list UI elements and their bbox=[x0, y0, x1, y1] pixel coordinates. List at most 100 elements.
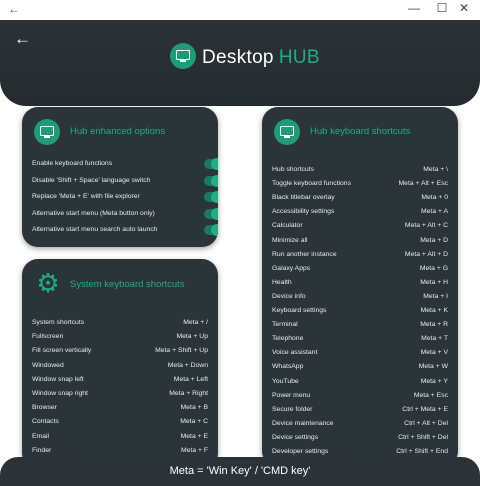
gear-icon: ⚙ bbox=[36, 268, 60, 298]
toggle-switch[interactable] bbox=[204, 174, 218, 187]
shortcut-label: YouTube bbox=[272, 377, 299, 385]
enhanced-option-row[interactable]: Alternative start menu search auto launc… bbox=[32, 222, 218, 238]
system-shortcut-row: Email Meta + E bbox=[32, 430, 208, 444]
enhanced-option-label: Replace 'Meta + E' with file explorer bbox=[32, 193, 140, 201]
shortcut-keys: Meta + Alt + C bbox=[404, 222, 448, 230]
shortcut-label: Galaxy Apps bbox=[272, 264, 311, 272]
window-back-icon[interactable]: ← bbox=[8, 2, 20, 16]
shortcut-keys: Meta + Left bbox=[173, 375, 208, 383]
hub-shortcut-row: Galaxy Apps Meta + G bbox=[272, 262, 448, 276]
monitor-icon bbox=[280, 126, 294, 138]
app-title-primary: Desktop bbox=[202, 47, 274, 68]
shortcut-label: Device settings bbox=[272, 433, 319, 441]
shortcut-keys: Ctrl + Shift + Del bbox=[398, 433, 448, 441]
shortcut-label: Terminal bbox=[272, 321, 298, 329]
toggle-switch[interactable] bbox=[204, 207, 218, 220]
shortcut-keys: Meta + / bbox=[183, 319, 208, 326]
hub-shortcut-row: Device settings Ctrl + Shift + Del bbox=[272, 431, 448, 445]
shortcut-label: Run another instance bbox=[272, 250, 337, 258]
minimize-icon[interactable]: — bbox=[406, 1, 422, 15]
shortcut-keys: Meta + H bbox=[420, 278, 448, 286]
monitor-icon bbox=[40, 126, 54, 138]
shortcut-keys: Meta + Down bbox=[167, 361, 208, 369]
shortcut-keys: Meta + T bbox=[421, 335, 448, 343]
shortcut-keys: Meta + Right bbox=[169, 390, 208, 397]
toggle-switch[interactable] bbox=[204, 158, 218, 170]
shortcut-keys: Meta + Alt + Esc bbox=[398, 180, 449, 188]
hub-shortcuts-card: Hub keyboard shortcuts Hub shortcuts Meta… bbox=[262, 107, 458, 467]
system-shortcuts-title: System keyboard shortcuts bbox=[70, 279, 185, 290]
hub-shortcut-row: Device maintenance Ctrl + Alt + Del bbox=[272, 417, 448, 431]
shortcut-label: Black titlebar overlay bbox=[272, 194, 335, 202]
hub-shortcut-row: YouTube Meta + Y bbox=[272, 375, 448, 389]
hub-shortcut-row: Accessibility settings Meta + A bbox=[272, 205, 448, 219]
maximize-icon[interactable]: ☐ bbox=[434, 1, 450, 15]
shortcut-keys: Meta + F bbox=[180, 446, 208, 454]
shortcut-label: Voice assistant bbox=[272, 349, 318, 357]
shortcut-label: System shortcuts bbox=[32, 319, 85, 326]
hub-shortcut-row: Device info Meta + I bbox=[272, 290, 448, 304]
shortcut-label: Telephone bbox=[272, 335, 304, 343]
enhanced-option-row[interactable]: Replace 'Meta + E' with file explorer bbox=[32, 189, 218, 205]
shortcut-keys: Meta + R bbox=[420, 321, 448, 329]
system-shortcut-row: Fill screen vertically Meta + Shift + Up bbox=[32, 344, 208, 358]
shortcut-label: Accessibility settings bbox=[272, 208, 335, 216]
shortcut-keys: Meta + D bbox=[420, 236, 448, 244]
hub-shortcut-row: Keyboard settings Meta + K bbox=[272, 304, 448, 318]
desktop-hub-logo-icon bbox=[170, 43, 196, 69]
toggle-switch[interactable] bbox=[204, 191, 218, 204]
shortcut-keys: Meta + C bbox=[180, 418, 208, 426]
shortcut-label: Window snap right bbox=[32, 390, 88, 397]
shortcut-keys: Meta + I bbox=[423, 292, 448, 300]
shortcut-label: Fill screen vertically bbox=[32, 347, 92, 355]
enhanced-option-row[interactable]: Enable keyboard functions bbox=[32, 156, 218, 172]
shortcut-keys: Meta + Y bbox=[420, 377, 448, 385]
shortcut-label: Finder bbox=[32, 446, 52, 454]
hub-shortcut-row: Toggle keyboard functions Meta + Alt + Es… bbox=[272, 177, 448, 191]
system-shortcut-row: Fullscreen Meta + Up bbox=[32, 330, 208, 344]
enhanced-option-label: Disable 'Shift + Space' language switch bbox=[32, 176, 151, 184]
close-icon[interactable]: ✕ bbox=[456, 1, 472, 15]
shortcut-keys: Meta + 0 bbox=[421, 194, 448, 202]
shortcut-label: Health bbox=[272, 278, 292, 286]
enhanced-option-row[interactable]: Disable 'Shift + Space' language switch bbox=[32, 173, 218, 189]
monitor-icon bbox=[176, 50, 190, 62]
hub-shortcut-row: Power menu Meta + Esc bbox=[272, 389, 448, 403]
shortcut-label: Device info bbox=[272, 292, 306, 300]
hub-shortcut-row: Black titlebar overlay Meta + 0 bbox=[272, 191, 448, 205]
hub-shortcuts-title: Hub keyboard shortcuts bbox=[310, 126, 411, 137]
shortcut-keys: Meta + Shift + Up bbox=[155, 347, 208, 355]
shortcut-label: Windowed bbox=[32, 361, 64, 369]
shortcut-label: WhatsApp bbox=[272, 363, 304, 371]
system-shortcut-row: Finder Meta + F bbox=[32, 444, 208, 458]
shortcut-keys: Meta + \ bbox=[423, 166, 448, 173]
enhanced-option-row[interactable]: Alternative start menu (Meta button only… bbox=[32, 206, 218, 222]
shortcut-label: Toggle keyboard functions bbox=[272, 180, 351, 188]
shortcut-keys: Meta + V bbox=[420, 349, 448, 357]
shortcut-label: Secure folder bbox=[272, 405, 313, 413]
back-arrow-icon[interactable]: ← bbox=[14, 29, 31, 49]
footer-note: Meta = 'Win Key' / 'CMD key' bbox=[0, 457, 480, 486]
shortcut-keys: Ctrl + Alt + Del bbox=[404, 419, 448, 427]
hub-shortcut-row: Telephone Meta + T bbox=[272, 332, 448, 346]
shortcut-label: Contacts bbox=[32, 418, 59, 426]
shortcut-keys: Meta + B bbox=[180, 404, 208, 412]
enhanced-option-label: Alternative start menu (Meta button only… bbox=[32, 209, 155, 217]
app-header: ← Desktop HUB bbox=[0, 20, 480, 106]
hub-logo-icon bbox=[274, 119, 300, 145]
shortcut-label: Minimize all bbox=[272, 236, 308, 244]
shortcut-keys: Meta + G bbox=[419, 264, 448, 272]
system-shortcut-row: Browser Meta + B bbox=[32, 401, 208, 415]
hub-shortcut-row: Minimize all Meta + D bbox=[272, 234, 448, 248]
hub-shortcut-row: Run another instance Meta + Alt + D bbox=[272, 248, 448, 262]
shortcut-label: Keyboard settings bbox=[272, 307, 327, 314]
hub-shortcut-row: Health Meta + H bbox=[272, 276, 448, 290]
system-shortcuts-card: ⚙ System keyboard shortcuts System short… bbox=[22, 259, 218, 469]
shortcut-label: Browser bbox=[32, 404, 57, 412]
enhanced-option-label: Alternative start menu search auto launc… bbox=[32, 226, 158, 234]
shortcut-label: Device maintenance bbox=[272, 419, 334, 427]
toggle-switch[interactable] bbox=[204, 224, 218, 237]
shortcut-keys: Meta + Esc bbox=[413, 391, 448, 399]
window-titlebar: ← — ☐ ✕ bbox=[0, 0, 480, 20]
shortcut-keys: Meta + K bbox=[420, 307, 448, 314]
